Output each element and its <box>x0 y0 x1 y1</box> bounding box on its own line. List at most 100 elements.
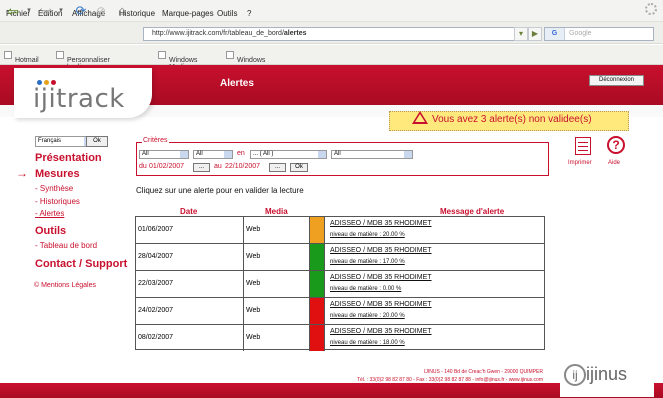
date-from-label: du <box>139 163 147 170</box>
cell-media: Web <box>244 298 310 324</box>
bookmark-icon <box>56 51 64 59</box>
throbber-icon <box>645 3 657 15</box>
criteria-legend: Critères <box>142 137 169 144</box>
menu-marque-pages[interactable]: Marque-pages <box>162 9 214 18</box>
nav-alertes[interactable]: - Alertes <box>35 209 64 218</box>
bookmark-label: Hotmail <box>15 57 39 64</box>
status-color-cell <box>310 217 325 243</box>
current-section-arrow-icon: → <box>16 166 28 180</box>
reload-icon[interactable]: ⟳ <box>72 3 90 19</box>
status-color-cell <box>310 271 325 297</box>
nav-presentation[interactable]: Présentation <box>35 152 102 164</box>
nav-outils[interactable]: Outils <box>35 225 66 237</box>
date-from-value[interactable]: 01/02/2007 <box>149 163 184 170</box>
column-header-date: Date <box>180 207 198 216</box>
warning-icon-inner <box>415 114 425 122</box>
alert-detail-link[interactable]: niveau de matière : 17.00 % <box>330 259 405 265</box>
stop-icon[interactable]: ⊘ <box>93 3 109 19</box>
criteria-ok-button[interactable]: Ok <box>290 163 308 172</box>
bookmark-windows[interactable]: Windows <box>226 51 265 64</box>
table-row[interactable]: 24/02/2007 Web ADISSEO / MDB 35 RHODIMET… <box>136 298 544 325</box>
table-row[interactable]: 22/03/2007 Web ADISSEO / MDB 35 RHODIMET… <box>136 271 544 298</box>
alert-title-link[interactable]: ADISSEO / MDB 35 RHODIMET <box>330 328 432 335</box>
alert-title-link[interactable]: ADISSEO / MDB 35 RHODIMET <box>330 274 432 281</box>
alert-detail-link[interactable]: niveau de matière : 20.00 % <box>330 313 405 319</box>
alert-title-link[interactable]: ADISSEO / MDB 35 RHODIMET <box>330 301 432 308</box>
url-dropdown-icon[interactable]: ▾ <box>514 27 528 41</box>
alert-title-link[interactable]: ADISSEO / MDB 35 RHODIMET <box>330 247 432 254</box>
criteria-select-3[interactable]: ... ( All ) <box>250 150 327 159</box>
page-title: Alertes <box>220 78 254 89</box>
bookmarks-toolbar: Hotmail Personnaliser les liens Windows … <box>0 45 663 71</box>
menu-outils[interactable]: Outils <box>217 9 237 18</box>
table-row[interactable]: 28/04/2007 Web ADISSEO / MDB 35 RHODIMET… <box>136 244 544 271</box>
alert-banner-text[interactable]: Vous avez 3 alerte(s) non validee(s) <box>432 114 592 125</box>
browser-window: Fichier Édition Affichage Historique Mar… <box>0 0 663 398</box>
logout-button[interactable]: Déconnexion <box>589 75 644 86</box>
ijitrack-logo[interactable]: ijitrack <box>33 84 125 114</box>
forward-icon[interactable]: ⇨ <box>40 3 56 19</box>
url-page: alertes <box>283 30 307 37</box>
date-from-picker-button[interactable]: ... <box>193 163 210 172</box>
cell-media: Web <box>244 244 310 270</box>
nav-contact-support[interactable]: Contact / Support <box>35 258 127 270</box>
cell-media: Web <box>244 271 310 297</box>
alert-title-link[interactable]: ADISSEO / MDB 35 RHODIMET <box>330 220 432 227</box>
bookmark-icon <box>226 51 234 59</box>
cell-date: 08/02/2007 <box>136 325 244 351</box>
help-icon[interactable]: ? <box>607 136 625 154</box>
nav-mesures[interactable]: Mesures <box>35 168 80 180</box>
criteria-select-2[interactable]: All <box>193 150 233 159</box>
table-row[interactable]: 01/06/2007 Web ADISSEO / MDB 35 RHODIMET… <box>136 217 544 244</box>
bookmark-windows-media[interactable]: Windows Media <box>158 51 197 71</box>
criteria-en-label: en <box>237 150 245 157</box>
date-to-picker-button[interactable]: ... <box>269 163 286 172</box>
instruction-text: Cliquez sur une alerte pour en valider l… <box>136 186 304 195</box>
status-color-cell <box>310 298 325 324</box>
column-header-media: Media <box>265 207 288 216</box>
go-icon[interactable]: ▶ <box>528 27 542 41</box>
cell-date: 24/02/2007 <box>136 298 244 324</box>
back-dropdown-icon[interactable]: ▾ <box>24 3 34 19</box>
cell-media: Web <box>244 325 310 351</box>
cell-media: Web <box>244 217 310 243</box>
cell-date: 01/06/2007 <box>136 217 244 243</box>
alert-detail-link[interactable]: niveau de matière : 0.00 % <box>330 286 401 292</box>
alert-detail-link[interactable]: niveau de matière : 18.00 % <box>330 340 405 346</box>
forward-dropdown-icon[interactable]: ▾ <box>56 3 66 19</box>
help-label[interactable]: Aide <box>608 160 620 166</box>
url-prefix: http://www.ijitrack.com/fr/tableau_de_bo… <box>152 30 284 37</box>
date-to-value[interactable]: 22/10/2007 <box>225 163 260 170</box>
bookmark-personnaliser[interactable]: Personnaliser les liens <box>56 51 110 71</box>
back-icon[interactable]: ⇦ <box>4 3 22 19</box>
search-box[interactable]: G Google <box>544 27 654 41</box>
bookmark-icon <box>4 51 12 59</box>
print-label[interactable]: Imprimer <box>568 160 592 166</box>
search-placeholder: Google <box>569 30 592 37</box>
search-engine-icon[interactable]: G <box>545 28 565 40</box>
cell-date: 28/04/2007 <box>136 244 244 270</box>
bookmark-label: Windows <box>237 57 266 64</box>
ijinus-logo-icon: ij <box>564 364 586 386</box>
alert-detail-link[interactable]: niveau de matière : 20.00 % <box>330 232 405 238</box>
status-color-cell <box>310 325 325 351</box>
home-icon[interactable]: ⌂ <box>113 3 131 19</box>
nav-synthese[interactable]: - Synthèse <box>35 184 73 193</box>
criteria-select-4[interactable]: All <box>331 150 413 159</box>
menu-help[interactable]: ? <box>247 9 251 18</box>
date-to-label: au <box>214 163 222 170</box>
table-row[interactable]: 08/02/2007 Web ADISSEO / MDB 35 RHODIMET… <box>136 325 544 352</box>
bookmark-hotmail[interactable]: Hotmail <box>4 51 39 64</box>
footer-address: IJINUS - 140 Bd de Creac'h Gwen - 29000 … <box>423 369 543 375</box>
print-icon[interactable] <box>575 137 591 155</box>
ijinus-logo[interactable]: ijinus <box>586 364 627 385</box>
nav-tableau-de-bord[interactable]: - Tableau de bord <box>35 241 97 250</box>
bookmark-icon <box>158 51 166 59</box>
alerts-table: 01/06/2007 Web ADISSEO / MDB 35 RHODIMET… <box>135 216 545 352</box>
criteria-select-1[interactable]: All <box>139 150 189 159</box>
nav-historiques[interactable]: - Historiques <box>35 197 80 206</box>
url-bar[interactable]: http://www.ijitrack.com/fr/tableau_de_bo… <box>143 27 527 41</box>
language-ok-button[interactable]: Ok <box>86 136 108 147</box>
mentions-legales-link[interactable]: © Mentions Légales <box>34 282 96 289</box>
cell-date: 22/03/2007 <box>136 271 244 297</box>
